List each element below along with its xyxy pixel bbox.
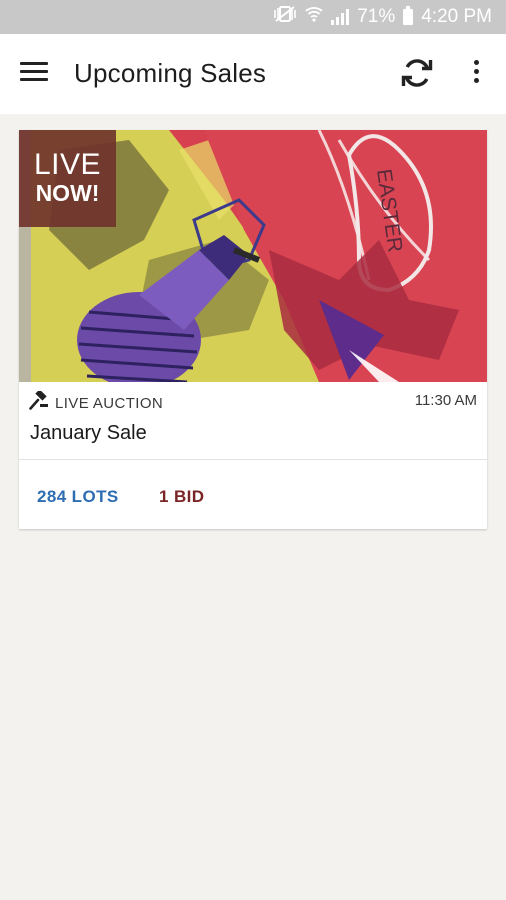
sale-card[interactable]: EASTER LIVE NOW! LIVE AUCTION 11:30 AM J… bbox=[19, 130, 487, 529]
live-now-badge: LIVE NOW! bbox=[19, 130, 116, 227]
bids-button[interactable]: 1 BID bbox=[159, 487, 204, 507]
live-badge-line2: NOW! bbox=[35, 180, 100, 206]
menu-icon[interactable] bbox=[20, 62, 48, 86]
wifi-icon bbox=[305, 6, 323, 28]
sale-artwork[interactable]: EASTER LIVE NOW! bbox=[19, 130, 487, 382]
lots-button[interactable]: 284 LOTS bbox=[37, 487, 119, 507]
app-bar: Upcoming Sales bbox=[0, 34, 506, 114]
sale-type: LIVE AUCTION bbox=[29, 389, 164, 416]
sale-name: January Sale bbox=[30, 422, 147, 444]
status-bar: 71% 4:20 PM bbox=[0, 0, 506, 34]
status-time: 4:20 PM bbox=[421, 6, 492, 27]
refresh-icon[interactable] bbox=[398, 54, 436, 92]
page-title: Upcoming Sales bbox=[74, 58, 267, 88]
live-badge-line1: LIVE bbox=[33, 148, 102, 181]
battery-icon bbox=[403, 6, 414, 25]
sale-time: 11:30 AM bbox=[414, 392, 477, 409]
signal-icon bbox=[331, 9, 350, 25]
gavel-icon bbox=[29, 389, 49, 416]
more-vert-icon[interactable] bbox=[464, 60, 488, 90]
sale-info[interactable]: LIVE AUCTION 11:30 AM January Sale bbox=[19, 382, 487, 460]
mute-vibrate-icon bbox=[273, 5, 297, 29]
sale-type-label: LIVE AUCTION bbox=[55, 395, 164, 412]
sale-actions: 284 LOTS 1 BID bbox=[19, 460, 487, 529]
battery-percent: 71% bbox=[357, 6, 396, 27]
